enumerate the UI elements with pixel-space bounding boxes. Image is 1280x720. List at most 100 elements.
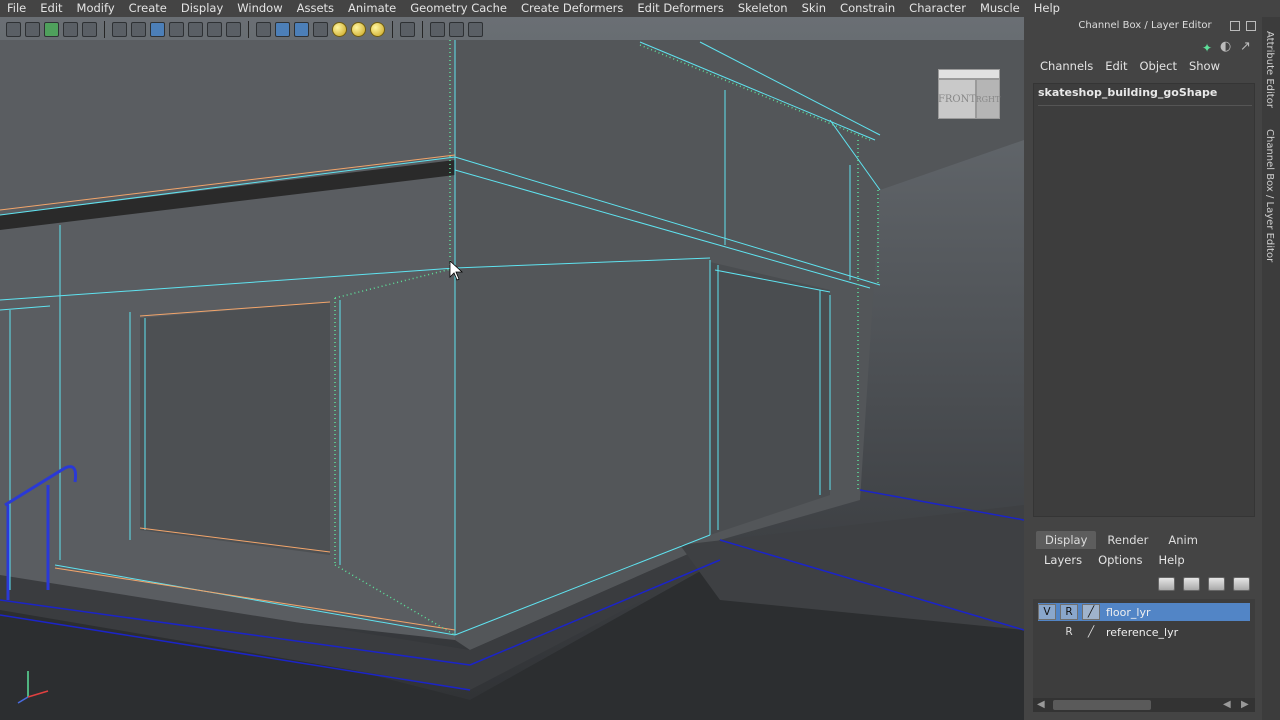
menu-file[interactable]: File <box>0 0 33 17</box>
default-light-icon[interactable] <box>351 22 366 37</box>
menu-help[interactable]: Help <box>1027 0 1067 17</box>
float-panel-icon[interactable] <box>1230 21 1240 31</box>
isolate-select-icon[interactable] <box>400 22 415 37</box>
view-cube-right[interactable]: RGHT <box>976 79 1000 119</box>
layer-icon-bar <box>1158 577 1250 591</box>
layer-list: V R ╱ floor_lyr R ╱ reference_lyr <box>1033 599 1255 699</box>
move-layer-up-icon[interactable] <box>1158 577 1175 591</box>
tab-anim[interactable]: Anim <box>1159 531 1207 549</box>
layer-name[interactable]: floor_lyr <box>1106 606 1151 619</box>
toolbar-separator <box>392 21 393 38</box>
shadows-icon[interactable] <box>370 22 385 37</box>
selected-object-name[interactable]: skateshop_building_goShape <box>1038 86 1252 106</box>
menu-geometry-cache[interactable]: Geometry Cache <box>403 0 514 17</box>
close-panel-icon[interactable] <box>1246 21 1256 31</box>
menu-display[interactable]: Display <box>174 0 230 17</box>
resolution-gate-icon[interactable] <box>150 22 165 37</box>
layer-editor-tabs: Display Render Anim <box>1036 531 1207 549</box>
view-cube-top[interactable] <box>938 69 1000 79</box>
select-camera-icon[interactable] <box>6 22 21 37</box>
grid-icon[interactable] <box>112 22 127 37</box>
channel-box-area: skateshop_building_goShape <box>1033 83 1255 517</box>
view-cube-front[interactable]: FRONT <box>938 79 976 119</box>
new-layer-icon[interactable] <box>1208 577 1225 591</box>
menu-layers[interactable]: Layers <box>1036 553 1090 567</box>
safe-action-icon[interactable] <box>188 22 203 37</box>
toolbar-separator <box>248 21 249 38</box>
scene-geometry <box>0 40 1024 720</box>
scrollbar-thumb[interactable] <box>1053 700 1151 710</box>
film-gate-icon[interactable] <box>131 22 146 37</box>
view-cube[interactable]: FRONT RGHT <box>936 67 1002 123</box>
xray-joints-icon[interactable] <box>449 22 464 37</box>
window-recess <box>140 302 330 555</box>
menu-muscle[interactable]: Muscle <box>973 0 1027 17</box>
perspective-viewport[interactable]: FRONT RGHT <box>0 17 1024 720</box>
menu-modify[interactable]: Modify <box>70 0 122 17</box>
menu-skeleton[interactable]: Skeleton <box>731 0 795 17</box>
side-tab-strip: Attribute Editor Channel Box / Layer Edi… <box>1262 17 1280 720</box>
menu-constrain[interactable]: Constrain <box>833 0 902 17</box>
new-layer-from-selected-icon[interactable] <box>1233 577 1250 591</box>
layer-color-swatch-icon[interactable]: ╱ <box>1082 604 1100 620</box>
menu-edit-deformers[interactable]: Edit Deformers <box>630 0 730 17</box>
scroll-right-icon[interactable]: ▶ <box>1241 699 1249 710</box>
scroll-left-end-icon[interactable]: ◀ <box>1223 699 1231 710</box>
toolbar-separator <box>422 21 423 38</box>
menu-create[interactable]: Create <box>122 0 174 17</box>
layer-color-swatch-icon[interactable]: ╱ <box>1082 624 1100 640</box>
rotate-tool-icon[interactable]: ◐ <box>1220 39 1231 54</box>
layer-visibility-toggle[interactable]: V <box>1038 604 1056 620</box>
use-all-lights-icon[interactable] <box>332 22 347 37</box>
wireframe-on-shaded-icon[interactable] <box>294 22 309 37</box>
text-icon[interactable] <box>226 22 241 37</box>
menu-assets[interactable]: Assets <box>290 0 341 17</box>
smooth-shade-icon[interactable] <box>275 22 290 37</box>
layer-reference-toggle[interactable]: R <box>1060 604 1078 620</box>
layer-scrollbar[interactable]: ◀ ◀ ▶ <box>1033 698 1255 712</box>
layer-menu: Layers Options Help <box>1036 553 1193 567</box>
scale-tool-icon[interactable]: ↗ <box>1240 39 1251 54</box>
menu-edit[interactable]: Edit <box>33 0 69 17</box>
panel-title: Channel Box / Layer Editor <box>1078 20 1212 31</box>
layer-visibility-toggle[interactable] <box>1038 624 1056 640</box>
tab-display[interactable]: Display <box>1036 531 1097 549</box>
viewport-toolbar <box>0 17 1024 42</box>
move-tool-icon[interactable]: ✦ <box>1202 41 1212 55</box>
textured-icon[interactable] <box>313 22 328 37</box>
move-layer-down-icon[interactable] <box>1183 577 1200 591</box>
layer-name[interactable]: reference_lyr <box>1106 626 1178 639</box>
menu-create-deformers[interactable]: Create Deformers <box>514 0 630 17</box>
menu-cb-edit[interactable]: Edit <box>1099 59 1133 73</box>
tab-channel-box-layer-editor[interactable]: Channel Box / Layer Editor <box>1264 129 1275 262</box>
menu-character[interactable]: Character <box>902 0 973 17</box>
channel-box-menu: Channels Edit Object Show <box>1034 59 1226 73</box>
layer-row-reference[interactable]: R ╱ reference_lyr <box>1038 623 1250 641</box>
xray-icon[interactable] <box>430 22 445 37</box>
tab-render[interactable]: Render <box>1098 531 1157 549</box>
safe-title-icon[interactable] <box>207 22 222 37</box>
menu-options[interactable]: Options <box>1090 553 1150 567</box>
axis-gizmo-icon <box>17 671 49 704</box>
menu-skin[interactable]: Skin <box>795 0 833 17</box>
field-chart-icon[interactable] <box>169 22 184 37</box>
layer-row-floor[interactable]: V R ╱ floor_lyr <box>1038 603 1250 621</box>
menu-layer-help[interactable]: Help <box>1150 553 1192 567</box>
door-recess <box>710 262 830 535</box>
image-plane-icon[interactable] <box>82 22 97 37</box>
main-menubar: File Edit Modify Create Display Window A… <box>0 0 1280 17</box>
xray-active-icon[interactable] <box>468 22 483 37</box>
lock-camera-icon[interactable] <box>25 22 40 37</box>
scroll-left-icon[interactable]: ◀ <box>1037 699 1045 710</box>
layer-reference-toggle[interactable]: R <box>1060 624 1078 640</box>
menu-animate[interactable]: Animate <box>341 0 403 17</box>
tab-attribute-editor[interactable]: Attribute Editor <box>1264 31 1275 108</box>
bookmarks-icon[interactable] <box>63 22 78 37</box>
toolbar-separator <box>104 21 105 38</box>
camera-attributes-icon[interactable] <box>44 22 59 37</box>
menu-object[interactable]: Object <box>1134 59 1183 73</box>
menu-show[interactable]: Show <box>1183 59 1226 73</box>
menu-channels[interactable]: Channels <box>1034 59 1099 73</box>
wireframe-icon[interactable] <box>256 22 271 37</box>
menu-window[interactable]: Window <box>230 0 289 17</box>
